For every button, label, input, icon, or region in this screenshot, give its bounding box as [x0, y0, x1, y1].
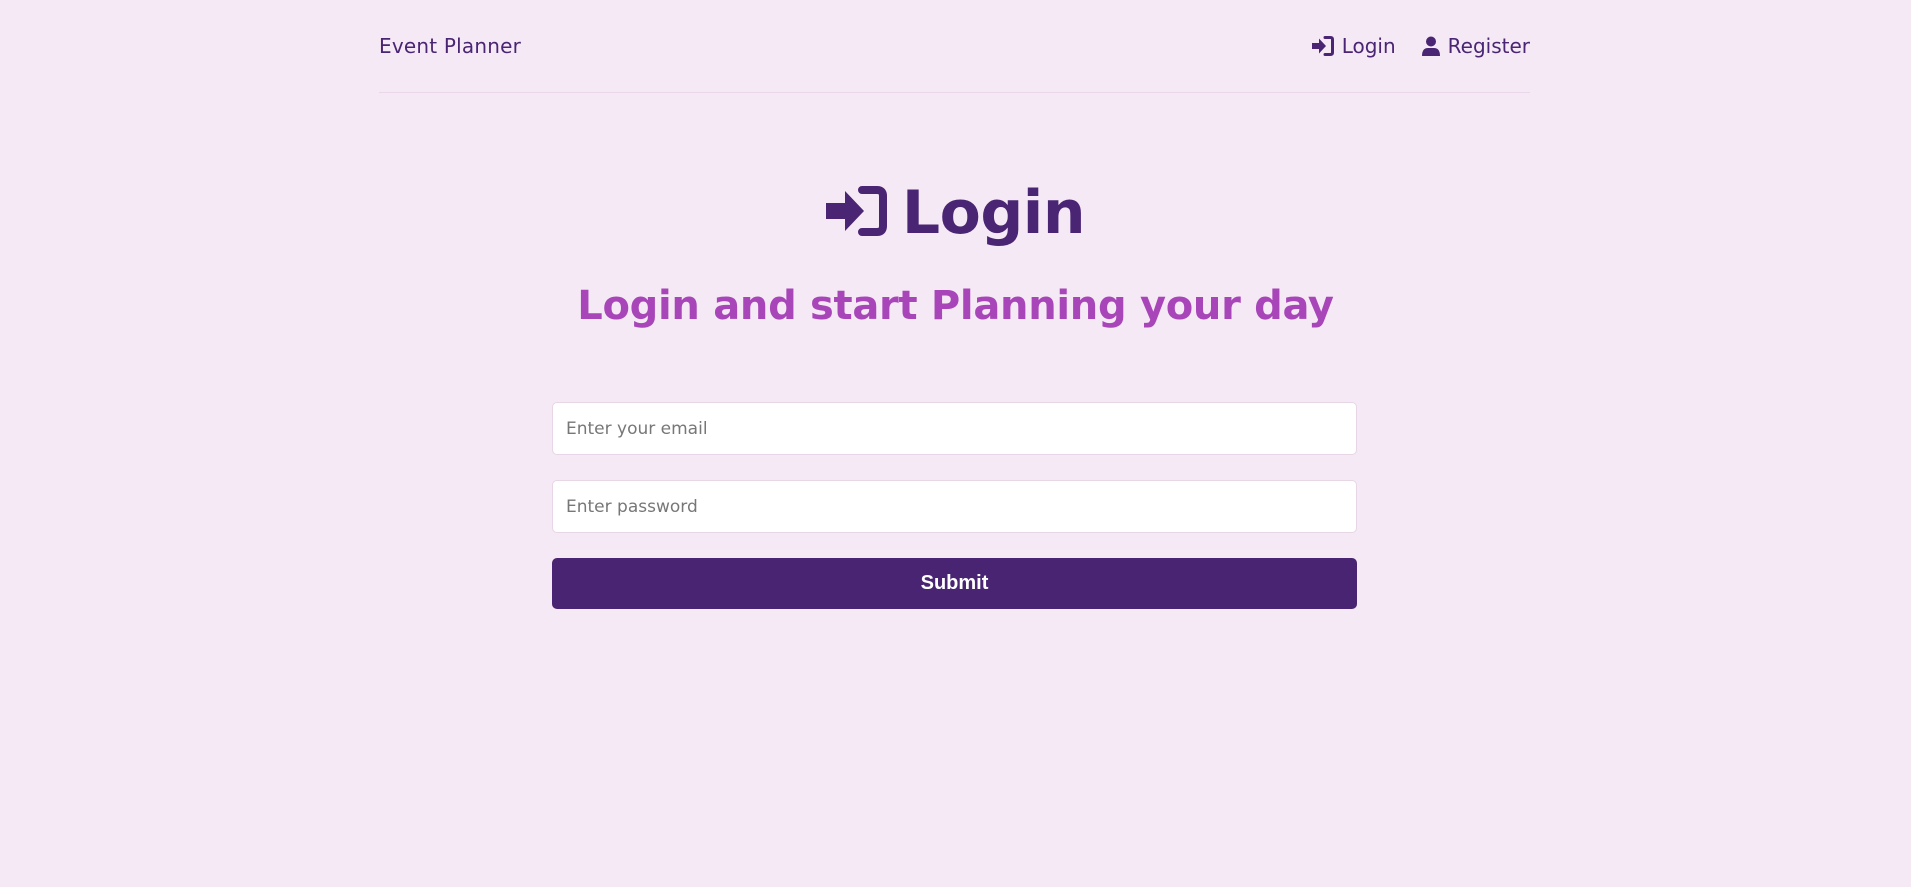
user-icon: [1421, 36, 1440, 56]
page-subtitle: Login and start Planning your day: [577, 283, 1334, 329]
submit-button[interactable]: Submit: [552, 558, 1357, 609]
page-title: Login: [901, 178, 1086, 248]
page-heading: Login: [0, 172, 1911, 254]
brand-link[interactable]: Event Planner: [379, 34, 521, 58]
nav-register-label: Register: [1447, 34, 1530, 58]
top-navbar: Event Planner Login Register: [379, 0, 1530, 93]
nav-login-link[interactable]: Login: [1311, 34, 1396, 58]
sign-in-icon: [1311, 36, 1334, 56]
nav-login-label: Login: [1341, 34, 1396, 58]
nav-register-link[interactable]: Register: [1421, 34, 1530, 58]
nav-links: Login Register: [1311, 34, 1530, 58]
email-field[interactable]: [552, 402, 1357, 455]
sign-in-icon: [825, 186, 888, 240]
password-field[interactable]: [552, 480, 1357, 533]
login-form: Submit: [552, 402, 1357, 609]
